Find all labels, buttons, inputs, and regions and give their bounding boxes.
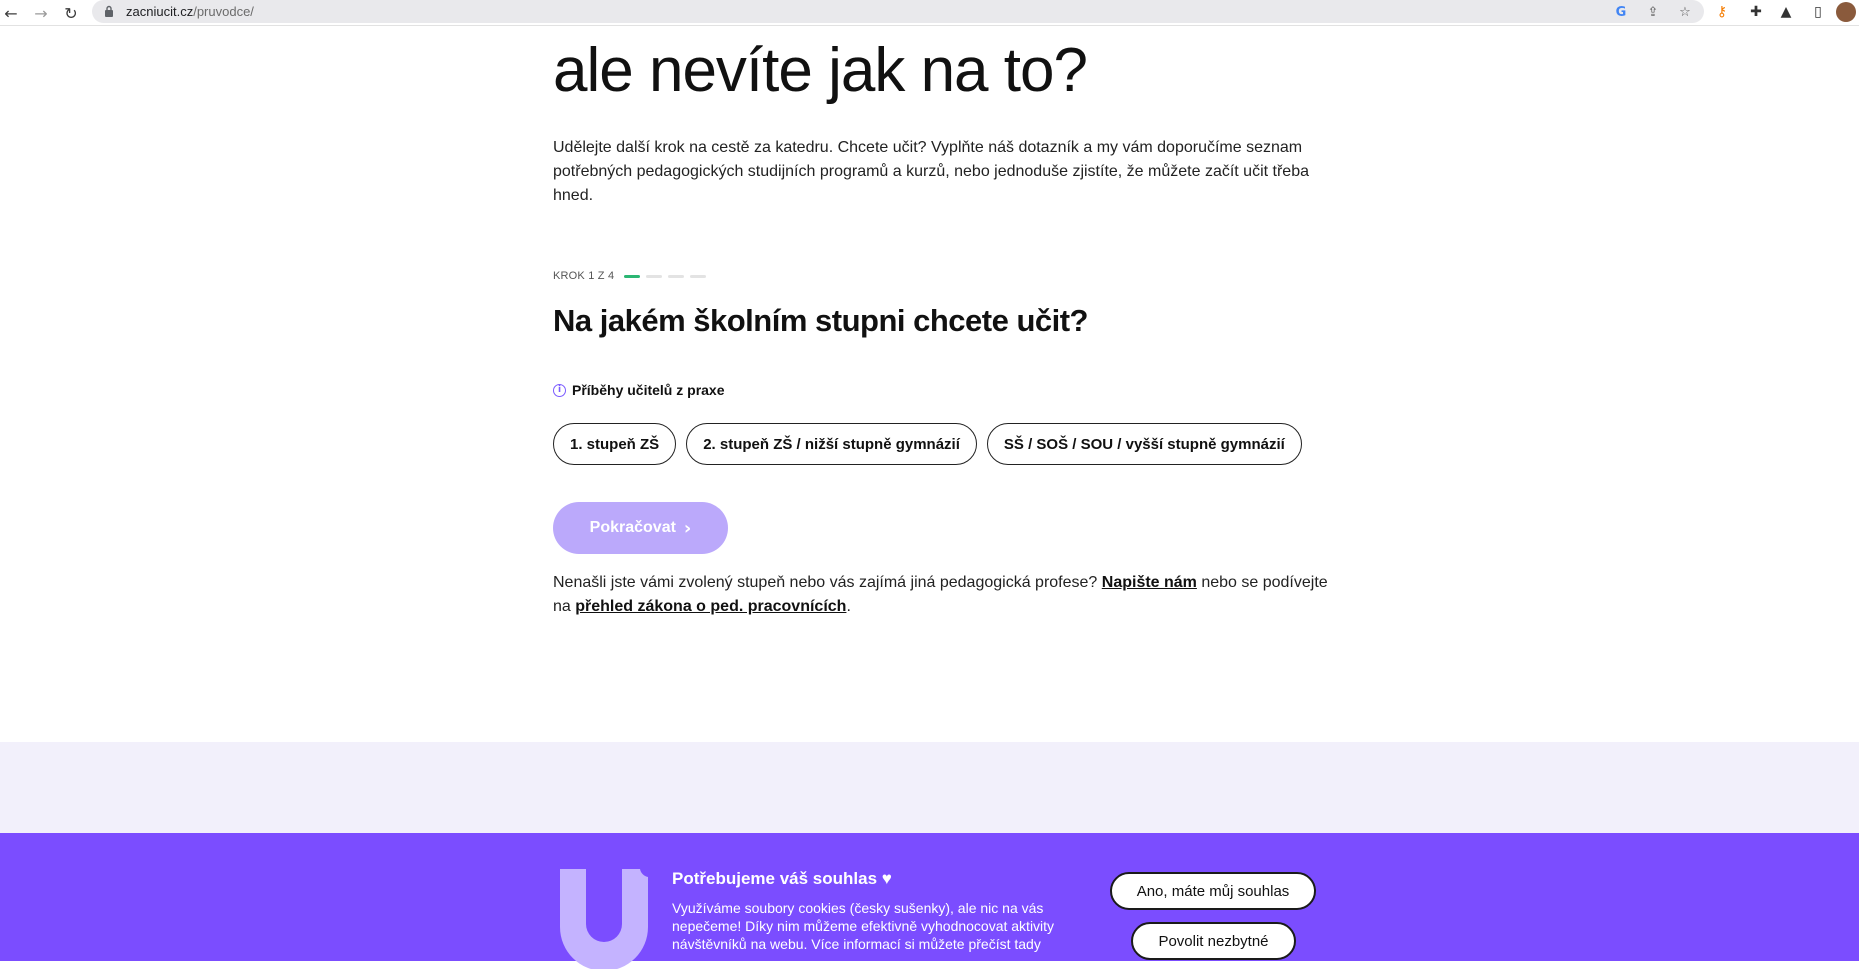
cookie-banner: Potřebujeme váš souhlas ♥ Využíváme soub… xyxy=(0,833,1859,969)
step-dot xyxy=(690,274,707,278)
step-label: KROK 1 Z 4 xyxy=(553,270,615,282)
school-level-options: 1. stupeň ZŠ 2. stupeň ZŠ / nižší stupně… xyxy=(553,423,1302,465)
step-dot xyxy=(668,274,685,278)
option-1-stupen-zs[interactable]: 1. stupeň ZŠ xyxy=(553,423,677,465)
law-overview-link[interactable]: přehled zákona o ped. pracovnících xyxy=(575,598,846,615)
option-ss-sos-sou[interactable]: SŠ / SOŠ / SOU / vyšší stupně gymnázií xyxy=(986,423,1302,465)
sidebar-icon[interactable]: ▯ xyxy=(1808,2,1828,22)
url-text: zacniucit.cz/pruvodce/ xyxy=(126,4,254,19)
necessary-cookies-button[interactable]: Povolit nezbytné xyxy=(1131,922,1296,960)
avatar[interactable] xyxy=(1836,2,1856,22)
reload-icon[interactable]: ↻ xyxy=(60,2,82,24)
browser-toolbar: ← → ↻ zacniucit.cz/pruvodce/ G ⇪ ☆ ⚷ ✚ ▲… xyxy=(0,0,1859,26)
arrow-left-icon[interactable]: ← xyxy=(0,2,22,24)
flask-icon[interactable]: ▲ xyxy=(1776,2,1796,22)
chevron-right-icon: › xyxy=(683,517,692,539)
google-icon[interactable]: G xyxy=(1612,3,1630,21)
share-icon[interactable]: ⇪ xyxy=(1644,3,1662,21)
step-dot xyxy=(624,274,641,278)
address-bar[interactable]: zacniucit.cz/pruvodce/ G ⇪ ☆ xyxy=(92,0,1704,23)
intro-text: Udělejte další krok na cestě za katedru.… xyxy=(553,139,1309,204)
continue-label: Pokračovat xyxy=(589,519,676,536)
star-icon[interactable]: ☆ xyxy=(1676,3,1694,21)
step-indicator: KROK 1 Z 4 xyxy=(553,270,707,282)
continue-button[interactable]: Pokračovat › xyxy=(553,502,728,554)
stories-link[interactable]: i Příběhy učitelů z praxe xyxy=(553,382,725,398)
stories-link-label: Příběhy učitelů z praxe xyxy=(572,382,725,398)
cookie-title: Potřebujeme váš souhlas ♥ xyxy=(672,869,892,888)
lock-icon xyxy=(105,5,113,17)
brand-logo xyxy=(560,869,648,969)
wizard-question: Na jakém školním stupni chcete učit? xyxy=(553,303,1089,338)
accept-cookies-button[interactable]: Ano, máte můj souhlas xyxy=(1110,872,1316,910)
arrow-right-icon[interactable]: → xyxy=(30,2,52,24)
info-icon: i xyxy=(553,383,566,397)
puzzle-icon[interactable]: ✚ xyxy=(1746,2,1766,22)
step-progress xyxy=(624,274,707,278)
option-2-stupen-zs[interactable]: 2. stupeň ZŠ / nižší stupně gymnázií xyxy=(686,423,977,465)
step-dot xyxy=(646,274,663,278)
footnote-text: Nenašli jste vámi zvolený stupeň nebo vá… xyxy=(553,574,1328,615)
contact-link[interactable]: Napište nám xyxy=(1102,574,1197,591)
cookie-text: Využíváme soubory cookies (česky sušenky… xyxy=(672,900,1055,952)
key-extension-icon[interactable]: ⚷ xyxy=(1712,2,1732,22)
page-title: ale nevíte jak na to? xyxy=(553,36,1088,105)
